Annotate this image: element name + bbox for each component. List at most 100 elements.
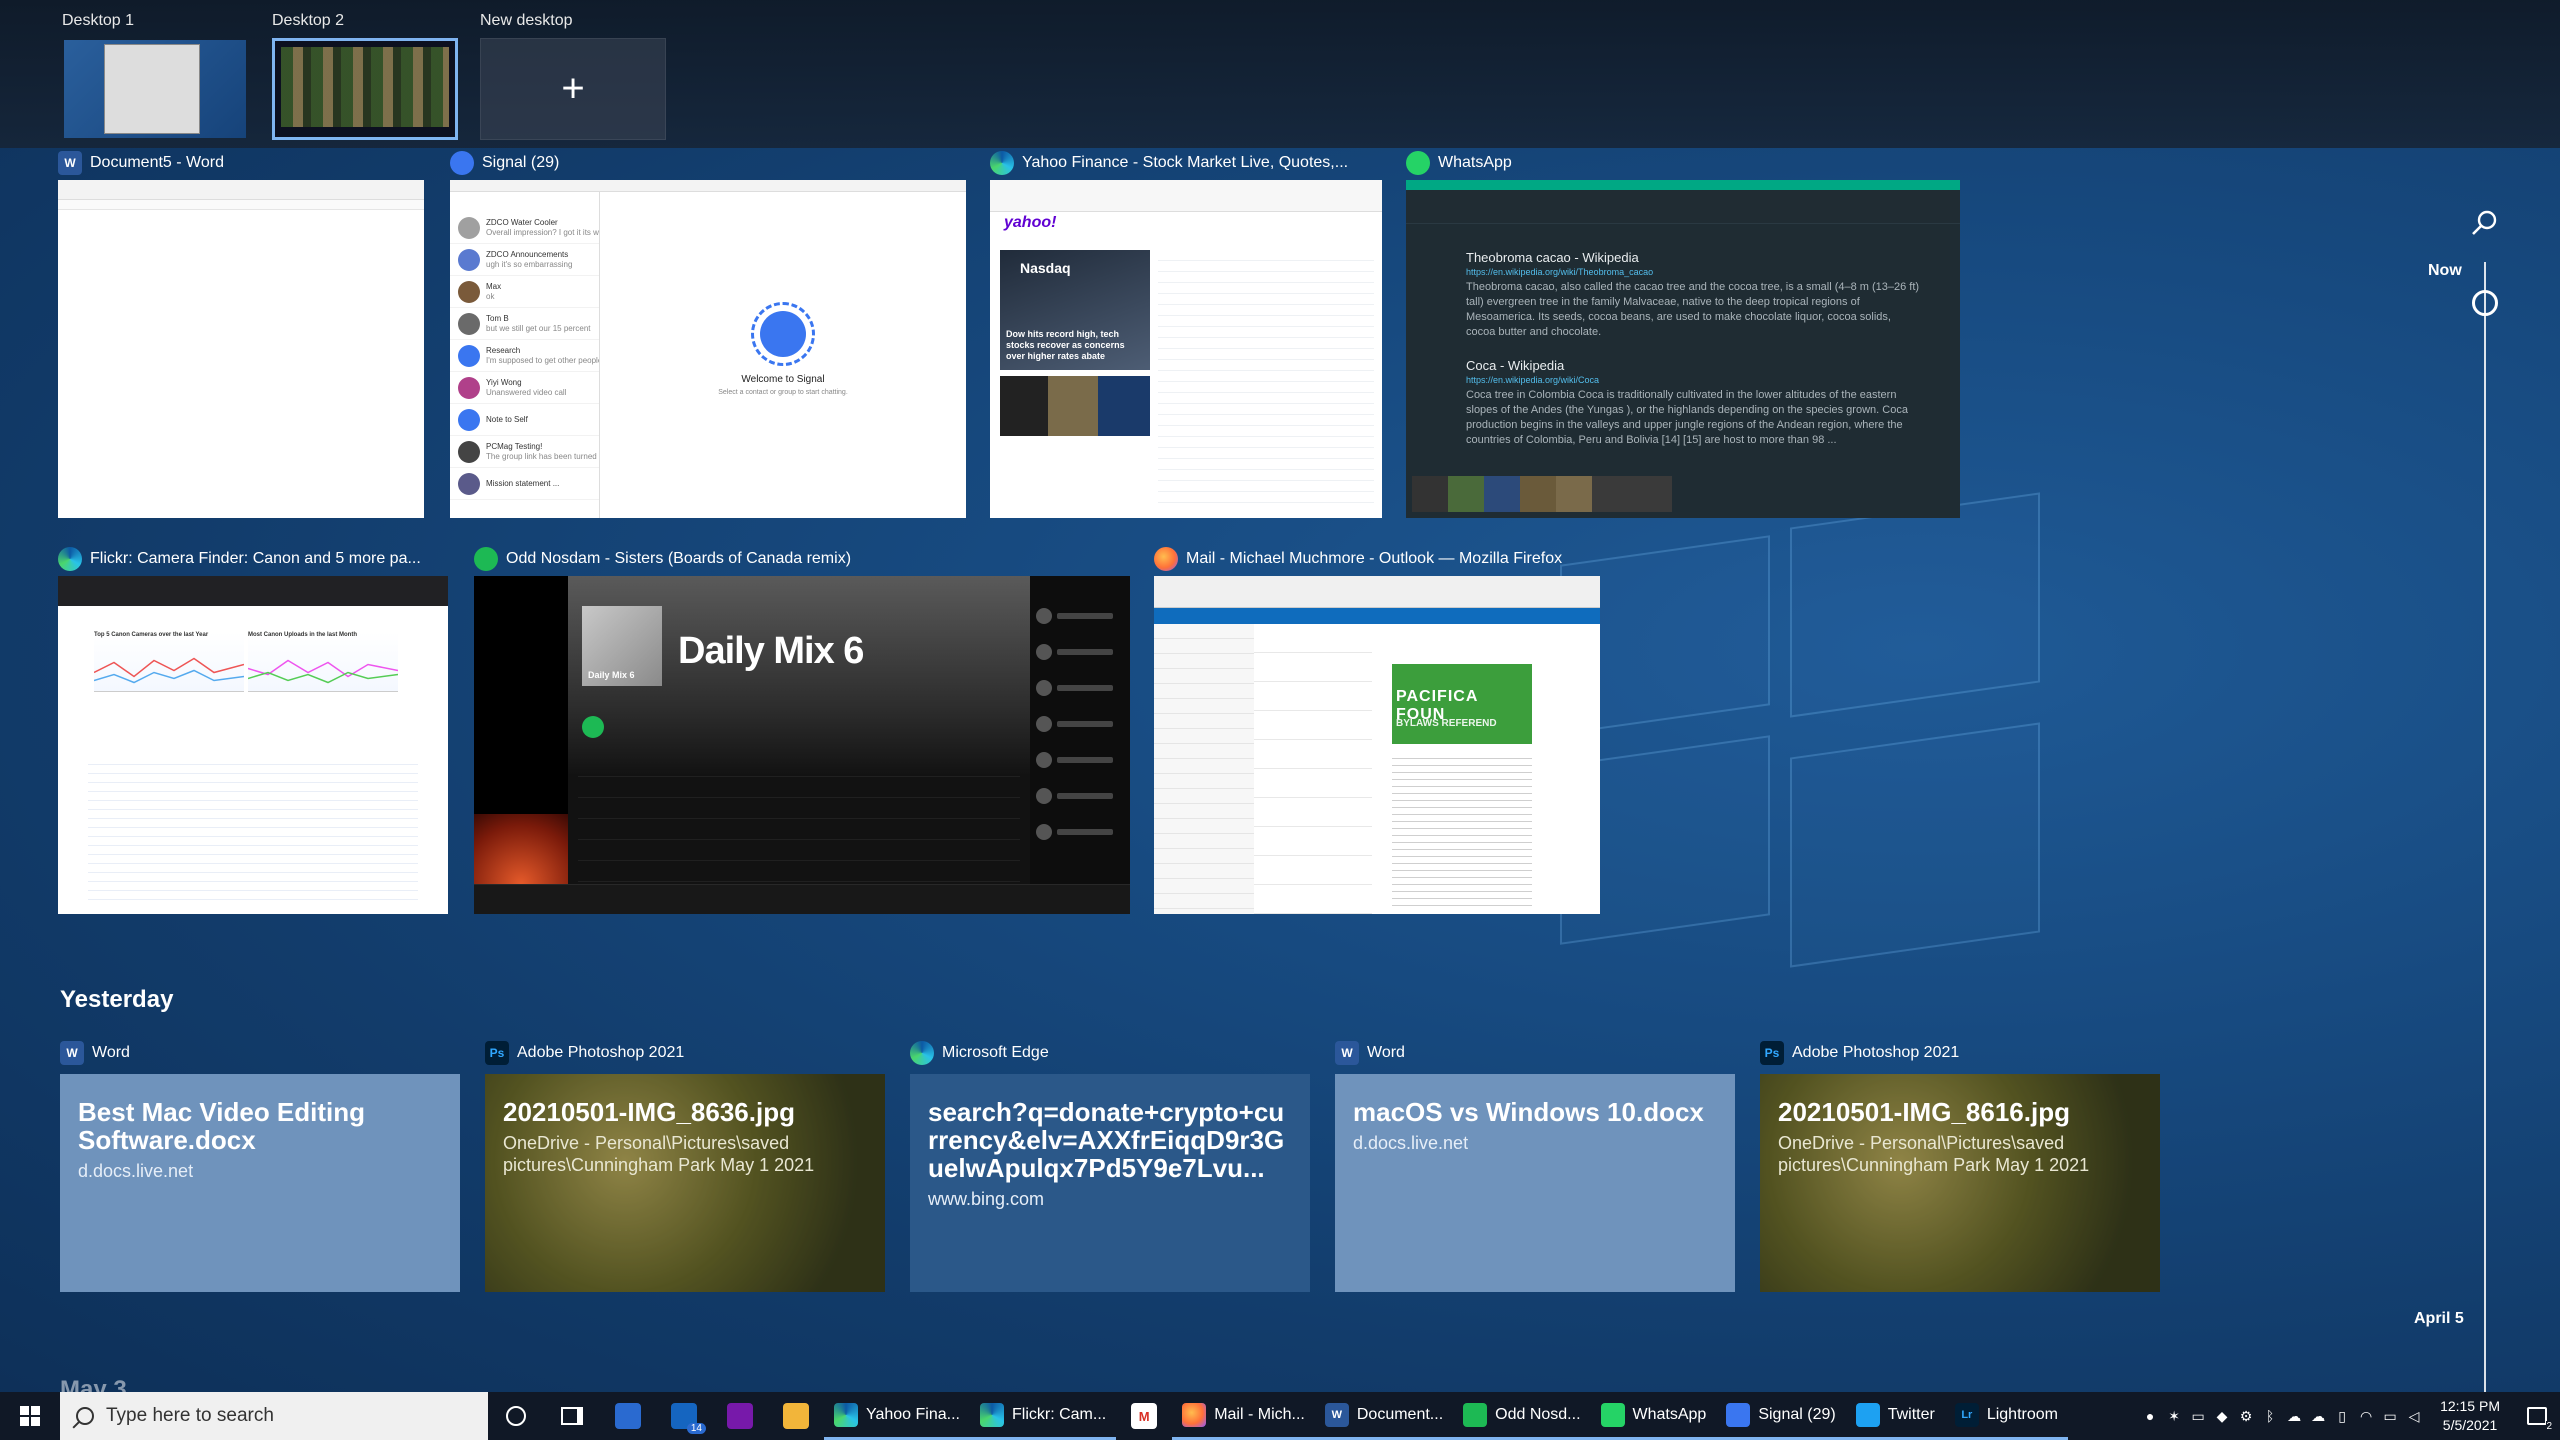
taskbar-app-signal[interactable]: Signal (29) xyxy=(1716,1392,1846,1440)
taskbar: Type here to search 14 Yahoo Fina... Fli… xyxy=(0,1392,2560,1440)
cortana-icon xyxy=(506,1406,526,1426)
gmail-icon: M xyxy=(1131,1403,1158,1429)
window-title-bar: W Document5 - Word xyxy=(58,148,224,178)
desktop-2-label: Desktop 2 xyxy=(272,12,345,29)
taskbar-app-flickr[interactable]: Flickr: Cam... xyxy=(969,1392,1117,1440)
window-preview-signal[interactable]: ZDCO Water Cooler Overall impression? I g… xyxy=(450,180,966,518)
edge-icon xyxy=(58,547,82,571)
taskbar-app-yahoo[interactable]: Yahoo Fina... xyxy=(824,1392,970,1440)
window-signal[interactable]: Signal (29) ZDCO Water Cooler Overall imp… xyxy=(450,148,966,520)
taskbar-app-twitter[interactable]: Twitter xyxy=(1845,1392,1945,1440)
window-preview-flickr[interactable]: flickr Top 5 Canon Cameras over the last… xyxy=(58,576,448,914)
search-icon[interactable] xyxy=(2470,208,2500,238)
window-preview-spotify[interactable]: Daily Mix 6 Daily Mix 6 xyxy=(474,576,1130,914)
play-icon xyxy=(582,716,604,738)
list-item: ZDCO Water Cooler Overall impression? I g… xyxy=(450,212,599,244)
security-tray-icon[interactable]: ◆ xyxy=(2210,1392,2234,1440)
timeline-scrollbar[interactable] xyxy=(2484,262,2486,1392)
window-preview-yahoo[interactable]: yahoo! Nasdaq Dow hits record high, tech… xyxy=(990,180,1382,518)
spotify-tray-icon[interactable]: ● xyxy=(2138,1392,2162,1440)
activity-card-body[interactable]: 20210501-IMG_8636.jpg OneDrive - Persona… xyxy=(485,1074,885,1292)
mail-folder-pane xyxy=(1154,624,1254,914)
yahoo-logo: yahoo! xyxy=(1004,214,1057,231)
taskbar-app-whatsapp[interactable]: WhatsApp xyxy=(1590,1392,1717,1440)
store-button[interactable] xyxy=(600,1392,656,1440)
activity-card[interactable]: Ps Adobe Photoshop 2021 20210501-IMG_863… xyxy=(485,1036,885,1292)
window-preview-word[interactable] xyxy=(58,180,424,518)
desktop-2[interactable]: Desktop 2 xyxy=(272,10,458,140)
window-title: Flickr: Camera Finder: Canon and 5 more … xyxy=(90,550,421,567)
list-item: Max ok xyxy=(450,276,599,308)
new-desktop[interactable]: New desktop + xyxy=(480,10,666,140)
new-desktop-button[interactable]: + xyxy=(480,38,666,140)
task-view-button[interactable] xyxy=(544,1392,600,1440)
gear-tray-icon[interactable]: ⚙ xyxy=(2234,1392,2258,1440)
activity-card-body[interactable]: macOS vs Windows 10.docx d.docs.live.net xyxy=(1335,1074,1735,1292)
network-tray-icon[interactable]: ▭ xyxy=(2186,1392,2210,1440)
action-center-button[interactable]: 2 xyxy=(2514,1392,2560,1440)
start-button[interactable] xyxy=(0,1392,60,1440)
activity-card-body[interactable]: 20210501-IMG_8616.jpg OneDrive - Persona… xyxy=(1760,1074,2160,1292)
window-preview-whatsapp[interactable]: Theobroma cacao - Wikipedia https://en.w… xyxy=(1406,180,1960,518)
photoshop-icon: Ps xyxy=(1760,1041,1784,1065)
taskbar-app-lightroom[interactable]: Lr Lightroom xyxy=(1944,1392,2068,1440)
taskbar-app-mail[interactable]: Mail - Mich... xyxy=(1172,1392,1315,1440)
flickr-logo: flickr xyxy=(92,604,121,618)
spotify-friend-activity xyxy=(1030,576,1130,884)
notification-count: 2 xyxy=(2546,1421,2552,1432)
activity-card-body[interactable]: search?q=donate+crypto+currency&elv=AXXf… xyxy=(910,1074,1310,1292)
yahoo-news-thumbnails xyxy=(1000,376,1150,436)
whatsapp-icon xyxy=(1406,151,1430,175)
list-item: Yiyi Wong Unanswered video call xyxy=(450,372,599,404)
activity-title: 20210501-IMG_8636.jpg xyxy=(503,1097,795,1127)
firefox-icon xyxy=(1182,1402,1207,1427)
window-whatsapp[interactable]: WhatsApp Theobroma cacao - Wikipedia htt… xyxy=(1406,148,1960,520)
onenote-button[interactable] xyxy=(712,1392,768,1440)
volume-icon[interactable]: ◁ xyxy=(2402,1392,2426,1440)
desktop-2-thumbnail[interactable] xyxy=(272,38,458,140)
window-preview-mail[interactable]: PACIFICA FOUN BYLAWS REFEREND xyxy=(1154,576,1600,914)
desktop-1-thumbnail[interactable] xyxy=(62,38,248,140)
window-spotify[interactable]: Odd Nosdam - Sisters (Boards of Canada r… xyxy=(474,544,1130,916)
wifi-icon[interactable]: ◠ xyxy=(2354,1392,2378,1440)
window-flickr[interactable]: Flickr: Camera Finder: Canon and 5 more … xyxy=(58,544,448,916)
cloud-icon[interactable]: ☁ xyxy=(2306,1392,2330,1440)
edge-icon xyxy=(834,1402,858,1427)
taskbar-clock[interactable]: 12:15 PM 5/5/2021 xyxy=(2426,1397,2514,1435)
window-word-document5[interactable]: W Document5 - Word xyxy=(58,148,424,520)
activity-title: Best Mac Video Editing Software.docx xyxy=(78,1097,366,1155)
window-firefox-mail[interactable]: Mail - Michael Muchmore - Outlook — Mozi… xyxy=(1154,544,1600,916)
timeline-scrubber-handle[interactable] xyxy=(2472,290,2498,316)
cortana-button[interactable] xyxy=(488,1392,544,1440)
taskbar-app-word[interactable]: W Document... xyxy=(1314,1392,1454,1440)
bluetooth-icon[interactable]: ᛒ xyxy=(2258,1392,2282,1440)
activity-card[interactable]: Ps Adobe Photoshop 2021 20210501-IMG_861… xyxy=(1760,1036,2160,1292)
onedrive-icon[interactable]: ☁ xyxy=(2282,1392,2306,1440)
taskbar-search-box[interactable]: Type here to search xyxy=(60,1392,488,1440)
display-icon[interactable]: ▭ xyxy=(2378,1392,2402,1440)
mail-reading-pane: PACIFICA FOUN BYLAWS REFEREND xyxy=(1372,624,1600,914)
word-icon: W xyxy=(60,1041,84,1065)
window-title-bar: Flickr: Camera Finder: Canon and 5 more … xyxy=(58,544,421,574)
activity-card[interactable]: Microsoft Edge search?q=donate+crypto+cu… xyxy=(910,1036,1310,1292)
taskbar-app-spotify[interactable]: Odd Nosd... xyxy=(1453,1392,1591,1440)
activity-card[interactable]: W Word macOS vs Windows 10.docx d.docs.l… xyxy=(1335,1036,1735,1292)
activity-card-body[interactable]: Best Mac Video Editing Software.docx d.d… xyxy=(60,1074,460,1292)
file-explorer-button[interactable] xyxy=(768,1392,824,1440)
window-title: Mail - Michael Muchmore - Outlook — Mozi… xyxy=(1186,550,1563,567)
activity-title: search?q=donate+crypto+currency&elv=AXXf… xyxy=(928,1097,1285,1183)
activity-app-name: Word xyxy=(92,1044,130,1061)
timeline-date-label[interactable]: April 5 xyxy=(2414,1310,2464,1328)
battery-icon[interactable]: ▯ xyxy=(2330,1392,2354,1440)
yahoo-hero-story: Nasdaq Dow hits record high, tech stocks… xyxy=(1000,250,1150,370)
timeline-now-label: Now xyxy=(2428,262,2462,279)
activity-app-name: Adobe Photoshop 2021 xyxy=(1792,1044,1960,1061)
mail-button[interactable]: 14 xyxy=(656,1392,712,1440)
activity-card[interactable]: W Word Best Mac Video Editing Software.d… xyxy=(60,1036,460,1292)
whatsapp-media-strip xyxy=(1412,476,1672,512)
desktop-1[interactable]: Desktop 1 xyxy=(62,10,246,138)
settings-tray-icon[interactable]: ✶ xyxy=(2162,1392,2186,1440)
activity-location: www.bing.com xyxy=(928,1189,1045,1209)
window-yahoo-finance[interactable]: Yahoo Finance - Stock Market Live, Quote… xyxy=(990,148,1382,520)
gmail-button[interactable]: M xyxy=(1116,1392,1172,1440)
